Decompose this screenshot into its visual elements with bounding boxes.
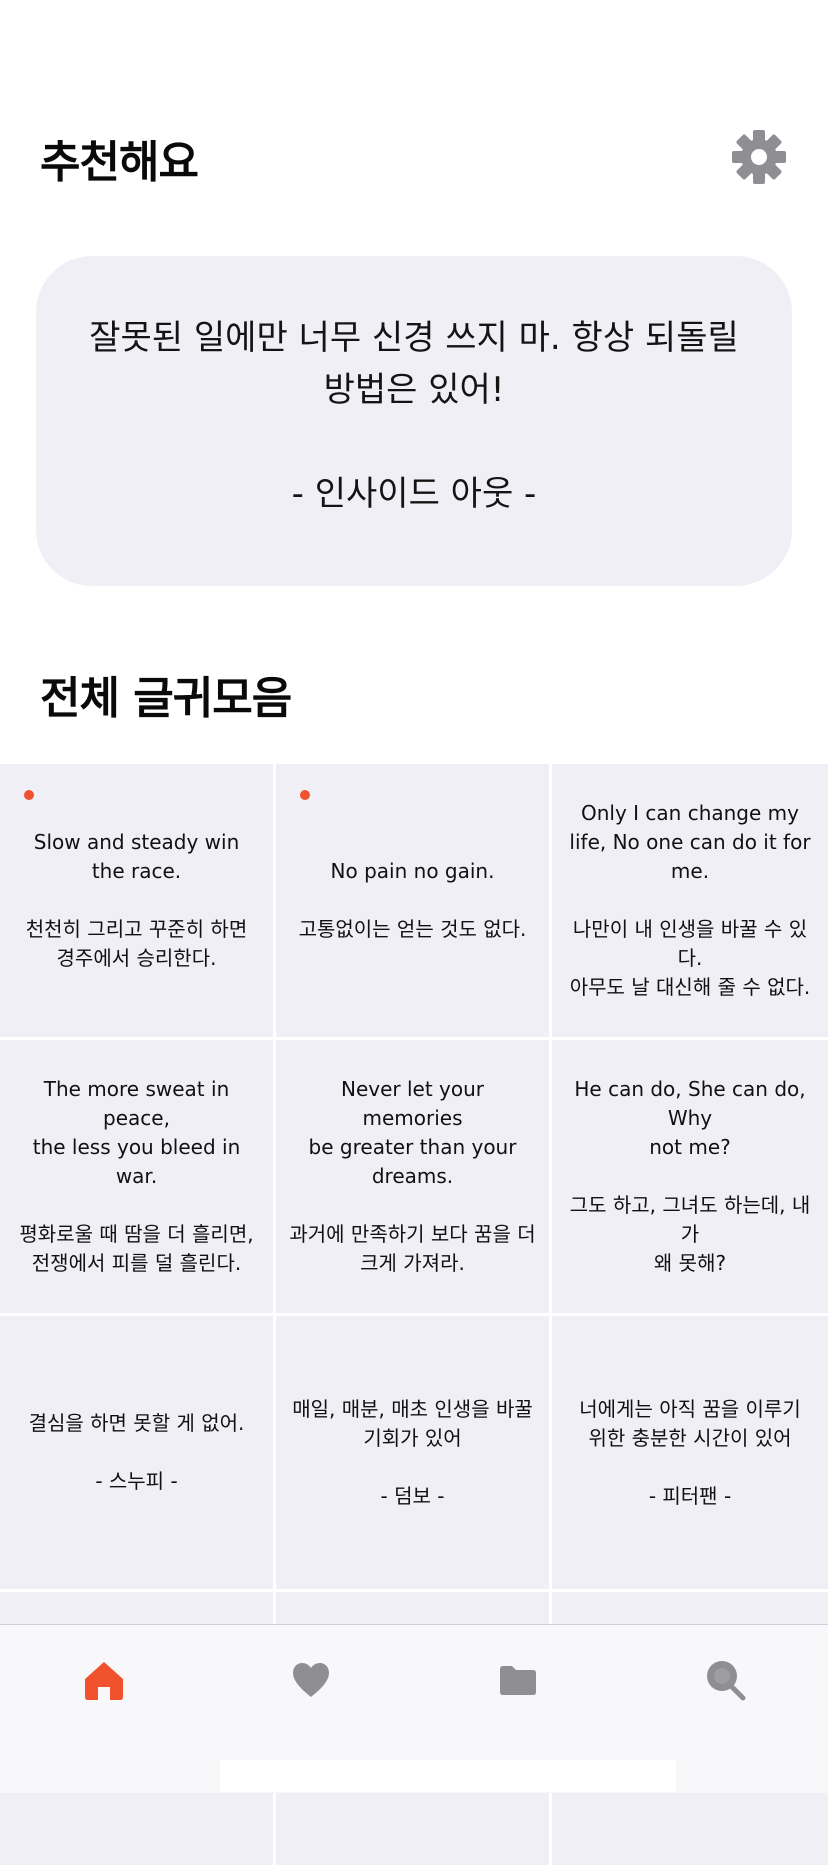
heart-icon: [293, 1663, 329, 1697]
folder-icon: [500, 1666, 536, 1695]
quote-english: Slow and steady win the race.: [33, 830, 240, 883]
quote-korean: 그도 하고, 그녀도 하는데, 내가 왜 못해?: [569, 1193, 811, 1275]
quote-english: Only I can change my life, No one can do…: [569, 801, 811, 883]
tab-search[interactable]: [698, 1652, 754, 1708]
quote-korean: 과거에 만족하기 보다 꿈을 더 크게 가져라.: [289, 1222, 536, 1275]
page-title: 추천해요: [40, 137, 199, 188]
quote-source: - 덤보 -: [380, 1483, 445, 1508]
tab-home[interactable]: [76, 1652, 132, 1708]
featured-quote-text: 잘못된 일에만 너무 신경 쓰지 마. 항상 되돌릴 방법은 있어!: [89, 318, 739, 410]
quote-english: He can do, She can do, Why not me?: [574, 1077, 806, 1159]
quote-cell[interactable]: The more sweat in peace, the less you bl…: [0, 1040, 273, 1313]
tab-folder[interactable]: [490, 1652, 546, 1708]
featured-quote-card[interactable]: 잘못된 일에만 너무 신경 쓰지 마. 항상 되돌릴 방법은 있어! - 인사이…: [36, 256, 792, 586]
new-indicator-dot: [300, 790, 310, 800]
quote-english: The more sweat in peace, the less you bl…: [32, 1077, 241, 1188]
quote-source: - 피터팬 -: [648, 1483, 732, 1508]
quote-cell[interactable]: Never let your memories be greater than …: [276, 1040, 549, 1313]
quote-source: - 스누피 -: [95, 1469, 178, 1493]
featured-quote-source: - 인사이드 아웃 -: [291, 474, 537, 514]
quote-text: 너에게는 아직 꿈을 이루기 위한 충분한 시간이 있어: [579, 1396, 801, 1450]
quote-text: 결심을 하면 못할 게 없어.: [28, 1411, 245, 1435]
quote-korean: 평화로울 때 땀을 더 흘리면, 전쟁에서 피를 덜 흘린다.: [19, 1222, 254, 1275]
quote-korean: 고통없이는 얻는 것도 없다.: [298, 917, 527, 941]
quote-korean: 천천히 그리고 꾸준히 하면 경주에서 승리한다.: [25, 917, 248, 970]
home-icon: [85, 1662, 123, 1700]
quote-cell[interactable]: Only I can change my life, No one can do…: [552, 764, 828, 1037]
quote-cell[interactable]: 너에게는 아직 꿈을 이루기 위한 충분한 시간이 있어 - 피터팬 -: [552, 1316, 828, 1589]
quote-cell[interactable]: Slow and steady win the race. 천천히 그리고 꾸준…: [0, 764, 273, 1037]
quote-cell[interactable]: 결심을 하면 못할 게 없어. - 스누피 -: [0, 1316, 273, 1589]
quote-text: 매일, 매분, 매초 인생을 바꿀 기회가 있어: [292, 1396, 533, 1450]
quote-cell[interactable]: No pain no gain. 고통없이는 얻는 것도 없다.: [276, 764, 549, 1037]
quote-korean: 나만이 내 인생을 바꿀 수 있다. 아무도 날 대신해 줄 수 없다.: [569, 917, 811, 999]
new-indicator-dot: [24, 790, 34, 800]
quote-cell[interactable]: He can do, She can do, Why not me? 그도 하고…: [552, 1040, 828, 1313]
gear-icon[interactable]: [730, 128, 788, 186]
search-icon: [707, 1661, 746, 1701]
tab-favorites[interactable]: [283, 1652, 339, 1708]
quote-english: No pain no gain.: [330, 859, 495, 883]
quote-english: Never let your memories be greater than …: [308, 1077, 517, 1188]
header: 추천해요: [40, 128, 788, 198]
section-title: 전체 글귀모음: [40, 673, 292, 724]
quote-cell[interactable]: 매일, 매분, 매초 인생을 바꿀 기회가 있어 - 덤보 -: [276, 1316, 549, 1589]
all-quotes-heading: 전체 글귀모음: [40, 664, 292, 734]
home-indicator-area: [220, 1760, 676, 1792]
